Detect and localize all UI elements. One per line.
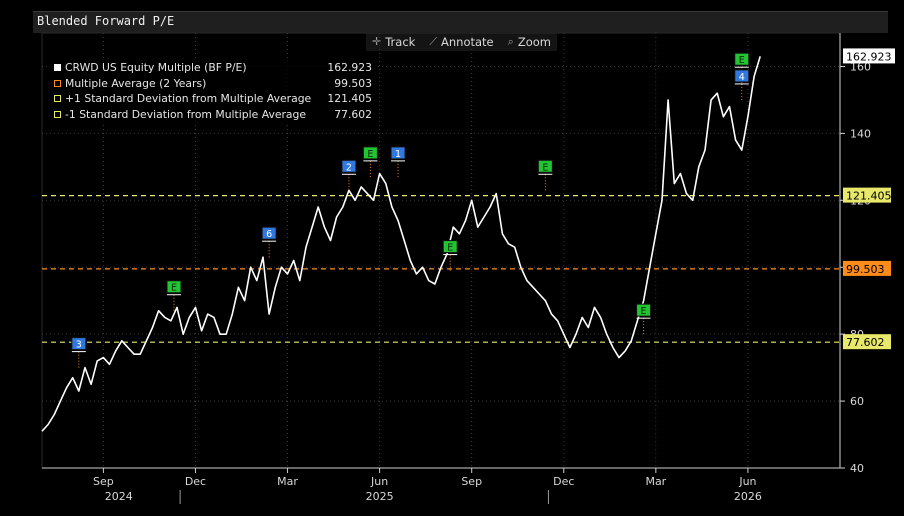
- event-marker-label: E: [542, 162, 548, 173]
- x-tick-label: Jun: [370, 475, 388, 488]
- reference-value-label: 99.503: [846, 263, 885, 276]
- x-tick-label: Dec: [553, 475, 574, 488]
- event-marker-label: 3: [76, 340, 82, 351]
- legend-swatch-yellow: [54, 110, 61, 118]
- legend-value: 162.923: [327, 61, 372, 74]
- legend-value: 99.503: [334, 76, 372, 90]
- legend-item-plus-std[interactable]: +1 Standard Deviation from Multiple Aver…: [54, 91, 372, 107]
- legend-swatch-orange: [54, 79, 61, 87]
- event-marker-label: E: [447, 243, 453, 254]
- legend-name: CRWD US Equity Multiple (BF P/E): [65, 61, 247, 74]
- event-marker-label: 1: [395, 149, 401, 160]
- event-marker-label: E: [171, 283, 177, 294]
- legend-item-average[interactable]: Multiple Average (2 Years) 99.503: [54, 76, 372, 92]
- reference-value-label: 77.602: [846, 336, 885, 349]
- event-marker-label: 2: [346, 162, 352, 173]
- legend-name: Multiple Average (2 Years): [65, 76, 207, 90]
- legend-item-minus-std[interactable]: -1 Standard Deviation from Multiple Aver…: [54, 107, 372, 123]
- x-year-label: 2025: [366, 490, 394, 503]
- event-marker-label: E: [367, 149, 373, 160]
- x-tick-label: Mar: [277, 475, 298, 488]
- legend-name: -1 Standard Deviation from Multiple Aver…: [65, 107, 307, 121]
- legend-item-multiple[interactable]: CRWD US Equity Multiple (BF P/E) 162.923: [54, 60, 372, 76]
- legend-swatch-yellow: [54, 95, 61, 103]
- x-year-label: 2026: [734, 490, 762, 503]
- last-value-label: 162.923: [846, 50, 892, 63]
- legend-swatch-white: [54, 64, 61, 72]
- y-tick-label: 60: [850, 395, 864, 408]
- chart-window: Blended Forward P/E ✛ Track ⟋ Annotate ⌕…: [0, 0, 904, 516]
- legend-name: +1 Standard Deviation from Multiple Aver…: [65, 92, 312, 105]
- event-marker-label: E: [739, 55, 745, 66]
- chart-legend: CRWD US Equity Multiple (BF P/E) 162.923…: [50, 58, 376, 124]
- x-tick-label: Jun: [738, 475, 756, 488]
- y-tick-label: 140: [850, 127, 871, 140]
- event-marker-label: 4: [739, 72, 745, 83]
- reference-value-label: 121.405: [846, 190, 892, 203]
- x-tick-label: Sep: [461, 475, 482, 488]
- x-year-label: 2024: [105, 490, 133, 503]
- y-tick-label: 40: [850, 462, 864, 475]
- x-tick-label: Dec: [185, 475, 206, 488]
- event-marker-label: 6: [266, 229, 272, 240]
- x-tick-label: Sep: [93, 475, 114, 488]
- legend-value: 77.602: [334, 107, 372, 121]
- x-tick-label: Mar: [645, 475, 666, 488]
- legend-value: 121.405: [327, 92, 372, 105]
- event-marker-label: E: [641, 306, 647, 317]
